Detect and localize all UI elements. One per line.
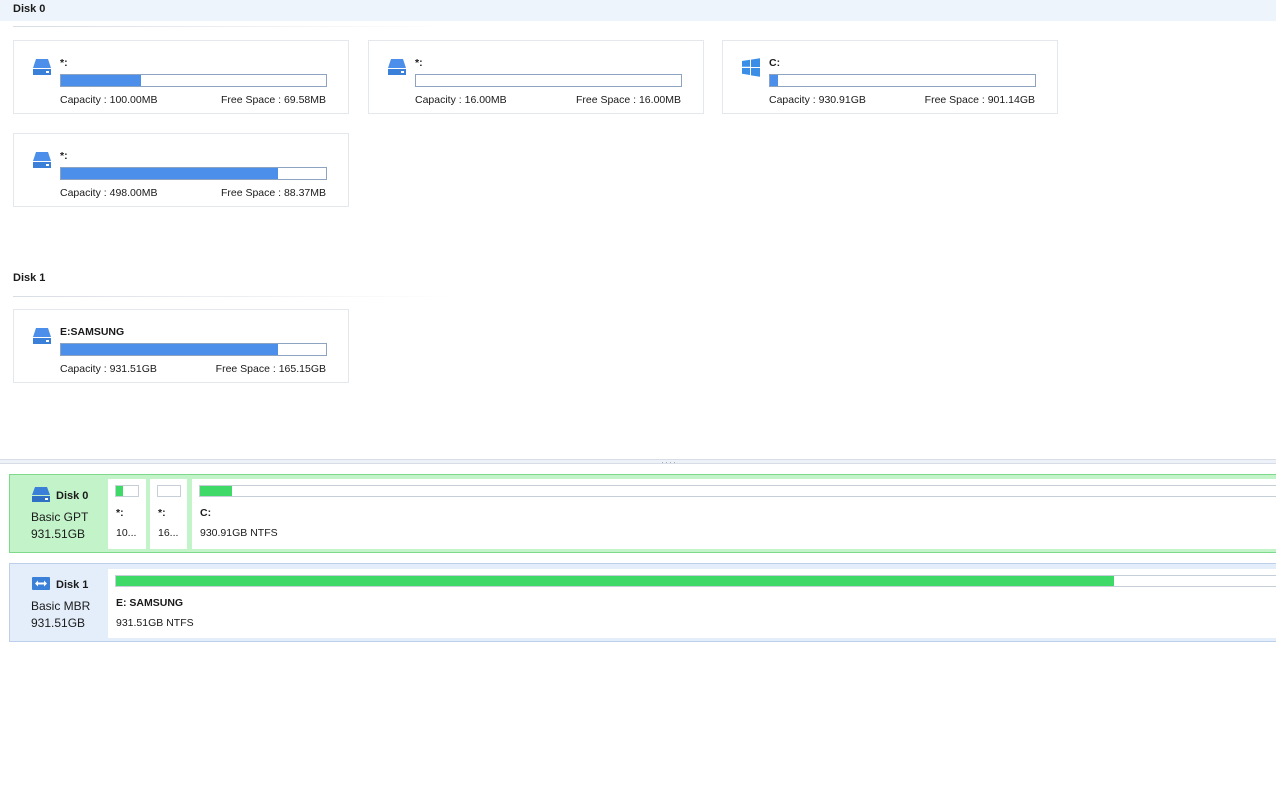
disk-name: Disk 1 [56, 579, 89, 591]
partition-card-disk0-2[interactable]: *: Capacity : 16.00MB Free Space : 16.00… [368, 40, 704, 114]
free-space-label: Free Space : 165.15GB [215, 363, 326, 375]
disk-size: 931.51GB [31, 616, 86, 630]
usage-bar [199, 485, 1276, 497]
usage-bar [60, 167, 327, 180]
free-space-label: Free Space : 901.14GB [924, 94, 1035, 106]
partition-card-disk0-1[interactable]: *: Capacity : 100.00MB Free Space : 69.5… [13, 40, 349, 114]
capacity-label: Capacity : 100.00MB [60, 94, 158, 106]
disk-name: Disk 0 [56, 490, 89, 502]
partition-info: 931.51GB NTFS [116, 617, 194, 629]
usage-bar [415, 74, 682, 87]
partition-card-disk1-1[interactable]: E:SAMSUNG Capacity : 931.51GB Free Space… [13, 309, 349, 383]
drive-icon [388, 59, 406, 75]
map-partition-disk1-1[interactable]: E: SAMSUNG 931.51GB NTFS [108, 569, 1276, 638]
usage-bar [769, 74, 1036, 87]
partition-name: *: [415, 57, 423, 69]
capacity-label: Capacity : 930.91GB [769, 94, 866, 106]
usage-bar [60, 343, 327, 356]
map-partition-disk0-2[interactable]: *: 16... [150, 479, 187, 549]
partition-card-disk0-3[interactable]: C: Capacity : 930.91GB Free Space : 901.… [722, 40, 1058, 114]
usage-bar [115, 485, 139, 497]
partition-card-disk0-4[interactable]: *: Capacity : 498.00MB Free Space : 88.3… [13, 133, 349, 207]
usage-bar [157, 485, 181, 497]
partition-info: 16... [158, 527, 179, 539]
map-partition-disk0-1[interactable]: *: 10... [108, 479, 146, 549]
disk-type: Basic GPT [31, 510, 89, 524]
drive-icon [33, 152, 51, 168]
disk-1-divider [13, 296, 453, 297]
drive-icon [33, 59, 51, 75]
splitter-grip-icon[interactable]: ···· [661, 458, 677, 467]
partition-info: 10... [116, 527, 137, 539]
disk-map-row-disk0[interactable]: Disk 0 Basic GPT 931.51GB *: 10... *: 16… [9, 474, 1276, 553]
partition-name: *: [158, 507, 166, 519]
free-space-label: Free Space : 16.00MB [575, 94, 681, 106]
drive-icon [32, 487, 50, 502]
disk-0-header: Disk 0 [0, 0, 1276, 21]
usage-bar [115, 575, 1276, 587]
pane-splitter[interactable]: ···· [0, 458, 1276, 467]
partition-name: C: [200, 507, 212, 519]
free-space-label: Free Space : 88.37MB [220, 187, 326, 199]
drive-transfer-icon [32, 577, 50, 590]
partition-name: E:SAMSUNG [60, 326, 125, 338]
partition-name: C: [769, 57, 781, 69]
free-space-label: Free Space : 69.58MB [220, 94, 326, 106]
disk-map-row-disk1[interactable]: Disk 1 Basic MBR 931.51GB E: SAMSUNG 931… [9, 563, 1276, 642]
usage-bar [60, 74, 327, 87]
capacity-label: Capacity : 498.00MB [60, 187, 158, 199]
partition-info: 930.91GB NTFS [200, 527, 278, 539]
partition-name: *: [60, 57, 68, 69]
partition-cards-pane: Disk 0 *: Capacity : 100.00MB Free Space… [0, 0, 1276, 460]
disk-0-divider [13, 26, 453, 27]
disk-1-header: Disk 1 [13, 272, 46, 284]
capacity-label: Capacity : 16.00MB [415, 94, 507, 106]
partition-name: *: [116, 507, 124, 519]
disk-size: 931.51GB [31, 527, 86, 541]
map-partition-disk0-3[interactable]: C: 930.91GB NTFS [192, 479, 1276, 549]
windows-icon [742, 58, 760, 77]
partition-name: E: SAMSUNG [116, 597, 184, 609]
capacity-label: Capacity : 931.51GB [60, 363, 157, 375]
disk-type: Basic MBR [31, 599, 91, 613]
drive-icon [33, 328, 51, 344]
partition-name: *: [60, 150, 68, 162]
